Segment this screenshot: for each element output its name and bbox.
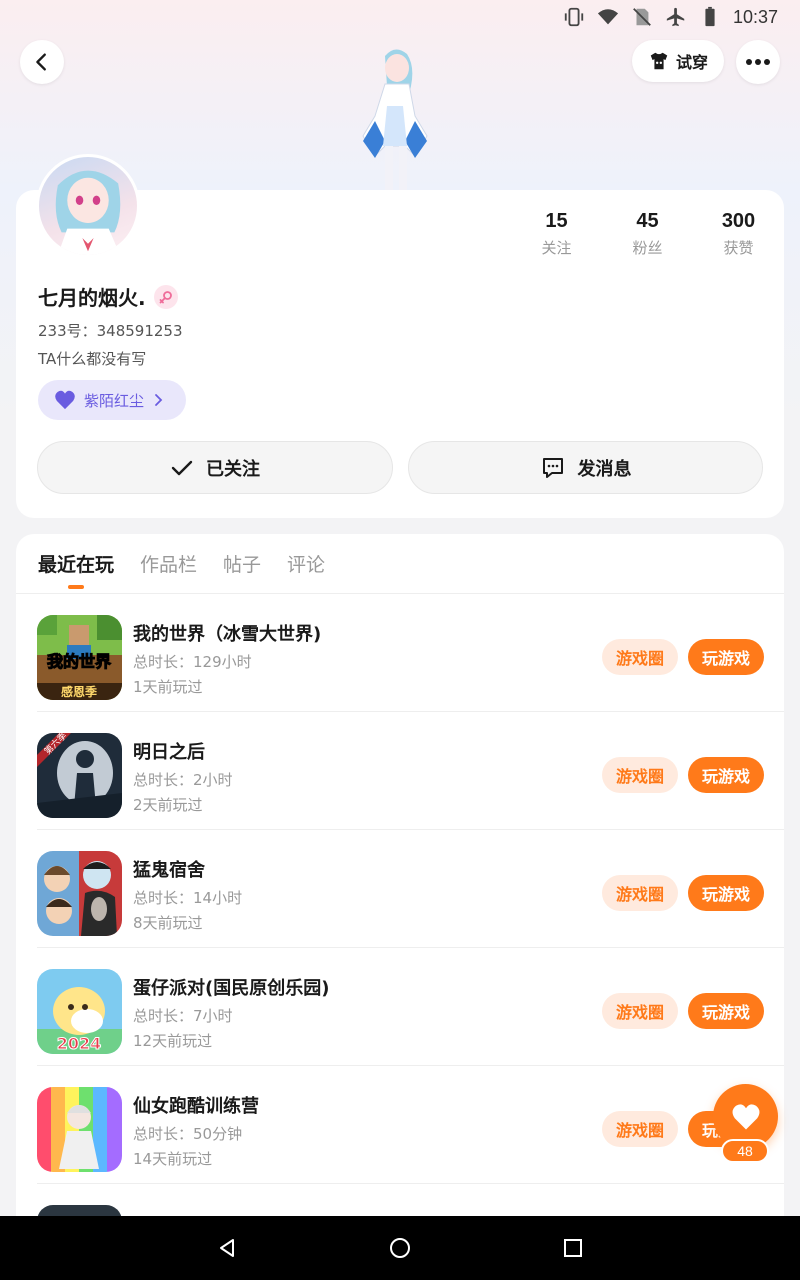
message-label: 发消息: [577, 458, 632, 480]
list-item[interactable]: 我的世界 感恩季 我的世界（冰雪大世界) 总时长：129小时 1天前玩过 游戏圈…: [37, 594, 784, 712]
nav-home-icon[interactable]: [388, 1236, 412, 1260]
chat-bubble-icon: [542, 457, 563, 478]
nav-recents-icon[interactable]: [561, 1236, 585, 1260]
eggy-year-text: 2024: [57, 1034, 102, 1053]
play-game-button[interactable]: 玩游戏: [688, 993, 764, 1029]
game-icon-fairy-parkour: [37, 1087, 122, 1172]
game-last-played: 8天前玩过: [133, 914, 203, 932]
tab-works[interactable]: 作品栏: [140, 550, 197, 589]
heart-icon: [55, 390, 75, 410]
back-button[interactable]: [20, 40, 64, 84]
content-card: 最近在玩 作品栏 帖子 评论 我的世界 感恩季 我的世界（冰雪大世界) 总时长：…: [16, 534, 784, 1234]
status-bar: 10:37: [0, 0, 800, 34]
game-name: 蛋仔派对(国民原创乐园): [133, 978, 330, 999]
more-button[interactable]: [736, 40, 780, 84]
title-badge-label: 紫陌红尘: [84, 391, 145, 410]
stat-likes[interactable]: 300 获赞: [693, 210, 784, 258]
game-icon-ghost-dorm: [37, 851, 122, 936]
try-on-button[interactable]: 试穿: [632, 40, 724, 82]
game-duration: 总时长：50分钟: [133, 1125, 243, 1143]
stat-followers[interactable]: 45 粉丝: [602, 210, 693, 258]
list-item[interactable]: 第六季 明日之后 总时长：2小时 2天前玩过 游戏圈 玩游戏: [37, 712, 784, 830]
avatar[interactable]: [36, 154, 140, 258]
stat-value: 15: [545, 210, 568, 232]
game-circle-button[interactable]: 游戏圈: [602, 1111, 678, 1147]
chevron-left-icon: [36, 53, 46, 71]
avatar-image: [55, 170, 121, 255]
title-badge[interactable]: 紫陌红尘: [38, 380, 186, 420]
minecraft-sub-text: 感恩季: [61, 684, 98, 699]
bio: TA什么都没有写: [38, 350, 147, 368]
nickname-row: 七月的烟火.: [38, 282, 178, 311]
game-name: 猛鬼宿舍: [133, 860, 205, 881]
tab-recently-played[interactable]: 最近在玩: [38, 550, 114, 589]
game-last-played: 2天前玩过: [133, 796, 203, 814]
no-sim-icon: [633, 8, 651, 26]
game-icon-minecraft: 我的世界 感恩季: [37, 615, 122, 700]
heart-icon: [732, 1103, 759, 1129]
game-name: 明日之后: [133, 742, 205, 763]
game-duration: 总时长：2小时: [133, 771, 233, 789]
nav-back-icon[interactable]: [215, 1236, 239, 1260]
character-figure: [362, 49, 428, 190]
game-last-played: 12天前玩过: [133, 1032, 213, 1050]
tab-posts[interactable]: 帖子: [223, 550, 261, 589]
game-duration: 总时长：14小时: [133, 889, 243, 907]
game-list: 我的世界 感恩季 我的世界（冰雪大世界) 总时长：129小时 1天前玩过 游戏圈…: [16, 594, 784, 1234]
nickname: 七月的烟火.: [38, 286, 146, 310]
like-count: 48: [721, 1139, 769, 1163]
airplane-mode-icon: [666, 7, 685, 27]
wifi-icon: [597, 9, 619, 25]
game-last-played: 1天前玩过: [133, 678, 203, 696]
battery-icon: [705, 6, 715, 27]
game-icon-lifeafter: 第六季: [37, 733, 122, 818]
play-game-button[interactable]: 玩游戏: [688, 639, 764, 675]
game-circle-button[interactable]: 游戏圈: [602, 757, 678, 793]
game-circle-button[interactable]: 游戏圈: [602, 639, 678, 675]
follow-label: 已关注: [206, 458, 260, 480]
user-id: 233号：348591253: [38, 322, 183, 340]
tab-comments[interactable]: 评论: [287, 550, 325, 589]
list-item[interactable]: 2024 蛋仔派对(国民原创乐园) 总时长：7小时 12天前玩过 游戏圈 玩游戏: [37, 948, 784, 1066]
game-name: 仙女跑酷训练营: [133, 1096, 259, 1117]
follow-button[interactable]: 已关注: [37, 441, 393, 494]
game-duration: 总时长：129小时: [133, 653, 252, 671]
female-icon: [153, 284, 178, 309]
game-circle-button[interactable]: 游戏圈: [602, 993, 678, 1029]
game-name: 我的世界（冰雪大世界): [133, 624, 322, 645]
game-last-played: 14天前玩过: [133, 1150, 213, 1168]
tshirt-icon: [650, 52, 668, 70]
stat-value: 300: [721, 210, 756, 232]
game-duration: 总时长：7小时: [133, 1007, 233, 1025]
list-item[interactable]: 猛鬼宿舍 总时长：14小时 8天前玩过 游戏圈 玩游戏: [37, 830, 784, 948]
vibrate-icon: [564, 7, 584, 27]
more-dots-icon: [746, 59, 770, 65]
stat-label: 关注: [541, 239, 572, 257]
system-nav-bar: [0, 1216, 800, 1280]
profile-card: 15 关注 45 粉丝 300 获赞 七月的烟火. 233号：348591253…: [16, 190, 784, 518]
stat-value: 45: [636, 210, 659, 232]
stats: 15 关注 45 粉丝 300 获赞: [511, 210, 784, 258]
minecraft-logo-text: 我的世界: [47, 652, 111, 671]
check-icon: [171, 460, 193, 475]
status-time: 10:37: [732, 6, 778, 27]
try-on-label: 试穿: [675, 53, 708, 72]
play-game-button[interactable]: 玩游戏: [688, 757, 764, 793]
stat-label: 获赞: [723, 239, 754, 257]
game-icon-eggy-party: 2024: [37, 969, 122, 1054]
stat-following[interactable]: 15 关注: [511, 210, 602, 258]
stat-label: 粉丝: [632, 239, 663, 257]
game-circle-button[interactable]: 游戏圈: [602, 875, 678, 911]
list-item[interactable]: 仙女跑酷训练营 总时长：50分钟 14天前玩过 游戏圈 玩游戏: [37, 1066, 784, 1184]
message-button[interactable]: 发消息: [408, 441, 763, 494]
chevron-right-icon: [155, 394, 163, 406]
tab-bar: 最近在玩 作品栏 帖子 评论: [38, 550, 325, 589]
play-game-button[interactable]: 玩游戏: [688, 875, 764, 911]
